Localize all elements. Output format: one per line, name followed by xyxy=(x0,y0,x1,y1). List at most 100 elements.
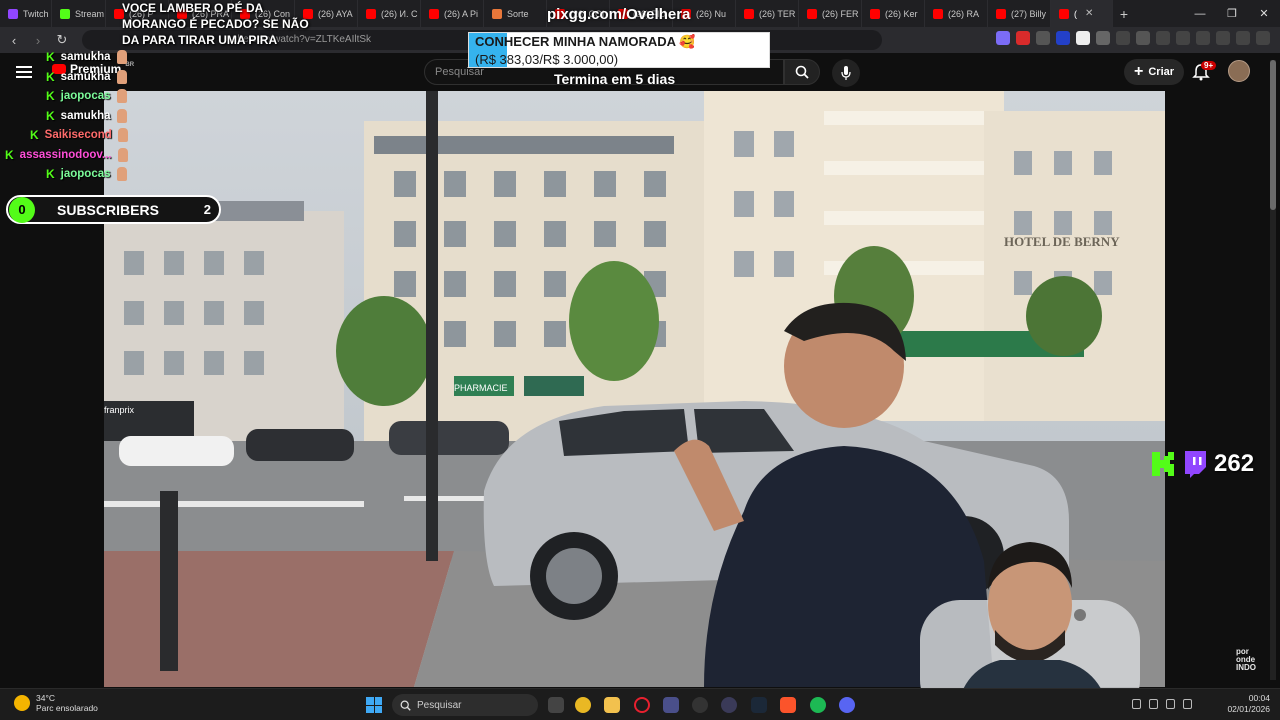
reload-icon[interactable]: ↻ xyxy=(52,30,72,50)
system-tray xyxy=(1132,699,1192,709)
chat-username: assassinodoov... xyxy=(19,148,112,161)
tab-label: Sorte xyxy=(507,8,529,19)
back-icon[interactable]: ‹ xyxy=(4,30,24,50)
steam-icon[interactable] xyxy=(751,697,767,713)
browser-tab[interactable]: Stream xyxy=(52,0,106,27)
weather-temp: 34°C xyxy=(36,693,55,703)
clock[interactable]: 00:04 02/01/2026 xyxy=(1227,693,1270,715)
wallet-icon[interactable] xyxy=(1196,31,1210,45)
tab-label: Stream xyxy=(75,8,105,19)
tab-label: (27) Billy xyxy=(1011,8,1047,19)
ai-icon[interactable] xyxy=(1216,31,1230,45)
extension-icon[interactable] xyxy=(1056,31,1070,45)
weather-widget[interactable]: 34°C Parc ensolarado xyxy=(14,693,98,713)
forward-icon[interactable]: › xyxy=(28,30,48,50)
discord-icon[interactable] xyxy=(839,697,855,713)
extension-icon[interactable] xyxy=(996,31,1010,45)
menu-icon[interactable] xyxy=(1256,31,1270,45)
microphone-icon xyxy=(841,66,851,80)
emote-icon xyxy=(117,147,128,162)
search-icon xyxy=(795,65,809,79)
opera-icon[interactable] xyxy=(634,697,650,713)
subs-count: 0 xyxy=(9,196,35,223)
tab-label: (26) TER xyxy=(759,8,796,19)
tab-favicon-icon xyxy=(60,8,70,19)
extension-icon[interactable] xyxy=(1036,31,1050,45)
weather-desc: Parc ensolarado xyxy=(36,703,98,713)
file-explorer-icon[interactable] xyxy=(604,697,620,713)
tab-label: (26) Nu xyxy=(696,8,727,19)
tab-label: (26) RA xyxy=(948,8,980,19)
svg-text:PHARMACIE: PHARMACIE xyxy=(454,383,508,393)
tray-icon[interactable] xyxy=(1183,699,1192,709)
browser-tab[interactable]: Twitch xyxy=(0,0,52,27)
chat-message: Ksamukha xyxy=(46,68,127,86)
windows-start-icon[interactable] xyxy=(366,697,382,713)
extensions-row xyxy=(996,31,1270,45)
tab-label: (26) FER xyxy=(822,8,859,19)
tab-label: (26) A Pi xyxy=(444,8,479,19)
create-button[interactable]: + Criar xyxy=(1124,59,1185,85)
extension-icon[interactable] xyxy=(1016,31,1030,45)
spotify-icon[interactable] xyxy=(810,697,826,713)
browser-tab[interactable]: (26) TER xyxy=(736,0,799,27)
hamburger-menu-icon[interactable] xyxy=(16,66,32,78)
chat-username: samukha xyxy=(60,70,111,83)
premium-region: BR xyxy=(125,62,135,68)
extension-icon[interactable] xyxy=(1096,31,1110,45)
voice-search-button[interactable] xyxy=(832,59,860,87)
kick-badge-icon: K xyxy=(46,50,55,64)
close-tab-icon[interactable]: ✕ xyxy=(1085,8,1093,19)
page-scrollbar[interactable] xyxy=(1270,60,1276,680)
browser-tab[interactable]: (27) Billy xyxy=(988,0,1051,27)
shield-icon[interactable] xyxy=(1236,31,1250,45)
emote-icon xyxy=(117,128,128,142)
maximize-button[interactable]: ❐ xyxy=(1216,0,1248,27)
browser-tab[interactable]: (26) RA xyxy=(925,0,988,27)
browser-tab[interactable]: (26) Ker xyxy=(862,0,925,27)
search-button[interactable] xyxy=(784,59,820,85)
kick-badge-icon: K xyxy=(46,69,55,84)
emote-icon xyxy=(116,89,127,103)
chrome-icon[interactable] xyxy=(575,697,591,713)
clock-time: 00:04 xyxy=(1248,693,1270,703)
chat-message: Ksamukha xyxy=(46,107,127,125)
kick-badge-icon: K xyxy=(30,128,39,142)
tab-favicon-icon xyxy=(366,8,376,19)
new-tab-button[interactable]: + xyxy=(1113,6,1135,22)
taskbar-search[interactable]: Pesquisar xyxy=(392,694,538,716)
tray-icon[interactable] xyxy=(1166,699,1175,709)
browser-tab[interactable]: Sorte xyxy=(484,0,547,27)
browser-tab[interactable]: (26) И. С xyxy=(358,0,421,27)
sidebar-icon[interactable] xyxy=(1176,31,1190,45)
puzzle-icon[interactable] xyxy=(1116,31,1130,45)
task-view-icon[interactable] xyxy=(548,697,564,713)
app-icon[interactable] xyxy=(721,697,737,713)
svg-text:franprix: franprix xyxy=(104,405,135,415)
brave-icon[interactable] xyxy=(780,697,796,713)
clock-date: 02/01/2026 xyxy=(1227,704,1270,714)
tab-label: Twitch xyxy=(23,8,49,19)
browser-tab[interactable]: (✕ xyxy=(1051,0,1113,27)
weather-sun-icon xyxy=(14,695,30,711)
tab-label: (26) Ker xyxy=(885,8,918,19)
tab-favicon-icon xyxy=(996,8,1006,19)
create-label: Criar xyxy=(1148,66,1175,78)
music-icon[interactable] xyxy=(1156,31,1170,45)
obs-icon[interactable] xyxy=(692,697,708,713)
extension-icon[interactable] xyxy=(1076,31,1090,45)
tray-icon[interactable] xyxy=(1132,699,1141,709)
browser-tab[interactable]: (26) FER xyxy=(799,0,862,27)
app-icon[interactable] xyxy=(663,697,679,713)
chat-message: Kjaopocas xyxy=(46,87,127,105)
minimize-button[interactable]: — xyxy=(1184,0,1216,27)
chat-username: jaopocas xyxy=(60,168,111,180)
screen: Twitch Stream (26) P (26) PRA (26) Con (26) A… xyxy=(0,0,1280,720)
close-window-button[interactable]: ✕ xyxy=(1248,0,1280,27)
donation-message: VOCE LAMBER O PÉ DA MORANGO É PECADO? SE… xyxy=(122,1,309,47)
extension-icon[interactable] xyxy=(1136,31,1150,45)
browser-tab[interactable]: (26) A Pi xyxy=(421,0,484,27)
tray-icon[interactable] xyxy=(1149,699,1158,709)
avatar[interactable] xyxy=(1228,60,1250,82)
goal-ends-in: Termina em 5 dias xyxy=(554,71,676,87)
